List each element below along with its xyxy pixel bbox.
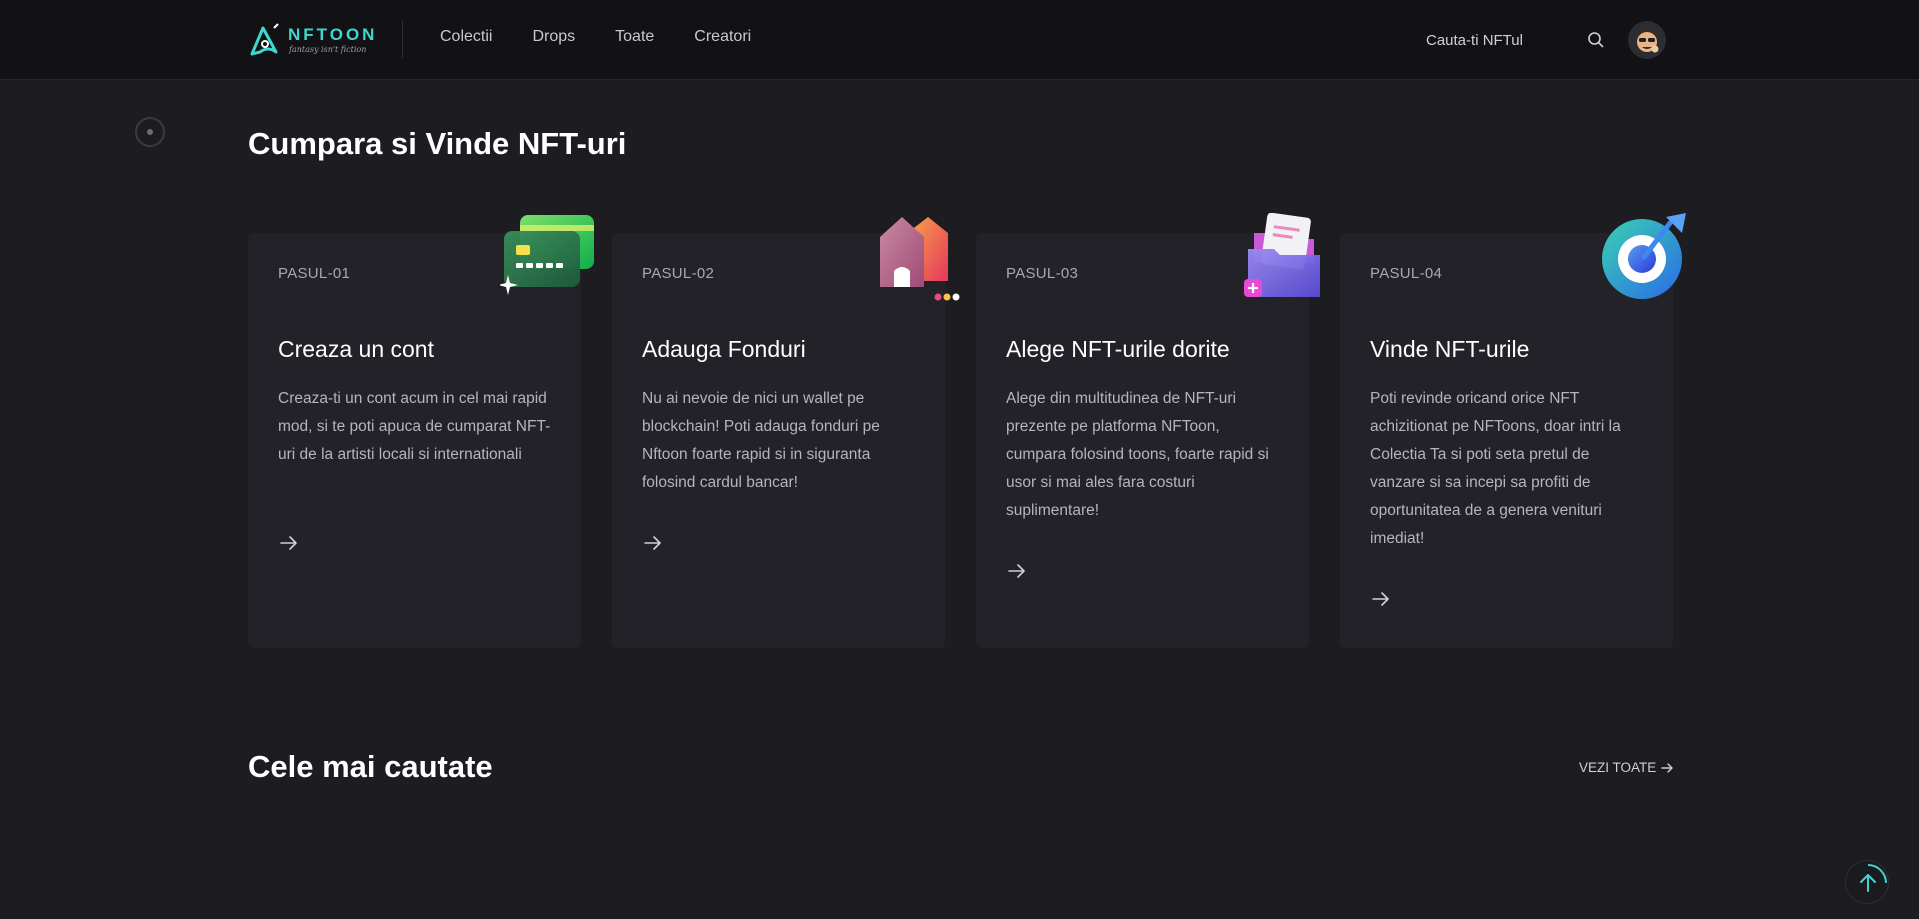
avatar[interactable] xyxy=(1628,21,1666,59)
logo[interactable]: NFTOON fantasy isn't fiction xyxy=(248,22,374,58)
card-title: Vinde NFT-urile xyxy=(1370,336,1530,362)
card-title: Adauga Fonduri xyxy=(642,336,806,362)
nav-item-toate[interactable]: Toate xyxy=(615,28,654,46)
nav-item-colectii[interactable]: Colectii xyxy=(440,28,492,46)
avatar-face-icon xyxy=(1628,21,1666,59)
card-description: Alege din multitudinea de NFT-uri prezen… xyxy=(1006,390,1269,519)
top-header: NFTOON fantasy isn't fiction Colectii Dr… xyxy=(0,0,1919,80)
target-icon xyxy=(1602,213,1686,299)
search-icon[interactable] xyxy=(1586,30,1606,50)
main-nav: Colectii Drops Toate Creatori xyxy=(440,28,751,46)
card-description: Poti revinde oricand orice NFT achizitio… xyxy=(1370,390,1621,547)
arrow-right-icon[interactable] xyxy=(642,532,664,554)
house-icon xyxy=(880,217,960,301)
see-all-label: VEZI TOATE xyxy=(1579,760,1657,775)
header-divider xyxy=(402,20,403,58)
search-input[interactable] xyxy=(1410,22,1590,58)
card-step-label: PASUL-03 xyxy=(1006,265,1079,282)
step-card-4[interactable]: PASUL-04 Vinde NFT-urile Poti revinde or… xyxy=(1340,213,1686,648)
logo-name: NFTOON xyxy=(288,25,378,44)
card-title: Creaza un cont xyxy=(278,336,434,362)
section-title-popular: Cele mai cautate xyxy=(248,749,493,784)
card-description: Nu ai nevoie de nici un wallet pe blockc… xyxy=(642,390,880,491)
credit-card-icon xyxy=(500,215,594,295)
card-step-label: PASUL-02 xyxy=(642,265,715,282)
step-card-2[interactable]: PASUL-02 Adauga Fonduri Nu ai nevoie de … xyxy=(612,217,960,648)
arrow-right-icon xyxy=(1661,762,1673,773)
card-title: Alege NFT-urile dorite xyxy=(1006,336,1230,362)
folder-icon xyxy=(1244,213,1320,297)
step-card-1[interactable]: PASUL-01 Creaza un cont Creaza-ti un con… xyxy=(248,215,594,648)
step-card-3[interactable]: PASUL-03 Alege NFT-urile dorite Alege di… xyxy=(976,213,1320,648)
nav-item-creatori[interactable]: Creatori xyxy=(694,28,751,46)
scroll-to-top-button[interactable] xyxy=(1845,860,1889,904)
scroll-indicator xyxy=(135,117,165,147)
arrow-right-icon[interactable] xyxy=(1006,560,1028,582)
card-step-label: PASUL-01 xyxy=(278,265,351,282)
see-all-link[interactable]: VEZI TOATE xyxy=(1579,760,1674,775)
card-description: Creaza-ti un cont acum in cel mai rapid … xyxy=(278,390,551,463)
logo-tagline: fantasy isn't fiction xyxy=(289,45,367,54)
section-title-steps: Cumpara si Vinde NFT-uri xyxy=(248,126,627,161)
search-box xyxy=(1410,22,1610,58)
arrow-right-icon[interactable] xyxy=(278,532,300,554)
nav-item-drops[interactable]: Drops xyxy=(532,28,575,46)
card-step-label: PASUL-04 xyxy=(1370,265,1443,282)
arrow-up-icon xyxy=(1860,864,1887,892)
logo-mark-icon xyxy=(250,23,279,56)
arrow-right-icon[interactable] xyxy=(1370,588,1392,610)
